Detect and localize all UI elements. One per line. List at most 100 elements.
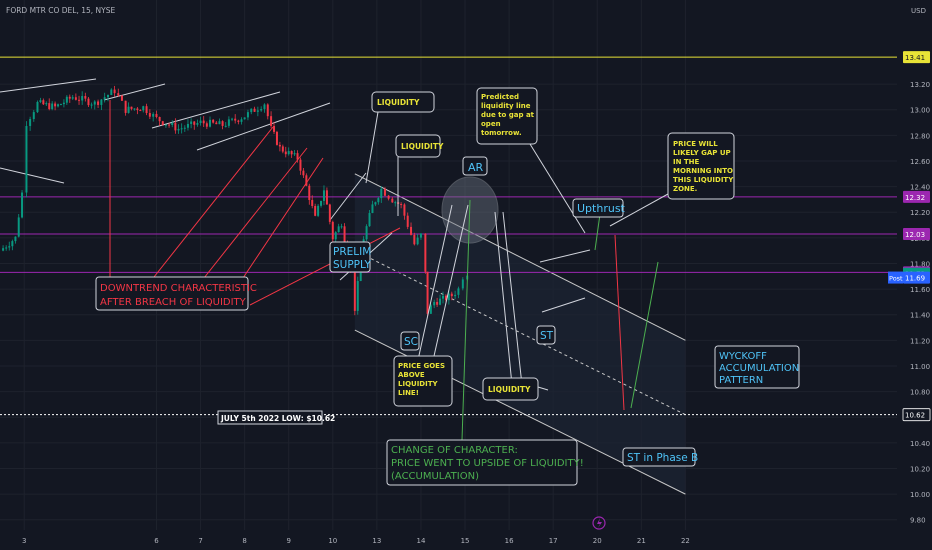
candle-body-121 <box>380 188 383 199</box>
candle-body-112 <box>353 268 356 311</box>
x-tick-label-2: 7 <box>198 537 202 545</box>
candle-body-47 <box>152 113 155 117</box>
candle-body-65 <box>209 119 212 127</box>
candle-body-105 <box>331 221 334 240</box>
candle-body-133 <box>419 233 422 238</box>
candle-body-30 <box>97 101 100 105</box>
candle-body-78 <box>250 108 253 113</box>
candle-body-90 <box>287 151 290 155</box>
candle-body-109 <box>343 226 346 243</box>
y-tick-label-6: 11.00 <box>910 363 930 371</box>
y-tick-label-3: 10.40 <box>910 440 930 448</box>
candle-body-138 <box>436 301 439 305</box>
candle-body-70 <box>224 125 227 127</box>
candle-body-143 <box>450 293 453 297</box>
x-tick-label-13: 22 <box>681 537 690 545</box>
candle-body-106 <box>334 232 337 240</box>
candle-body-31 <box>100 99 103 105</box>
y-tick-label-8: 11.40 <box>910 312 930 320</box>
candle-body-26 <box>84 96 87 99</box>
annotation-sc[interactable]: SC <box>400 331 420 351</box>
candle-body-5 <box>17 217 20 237</box>
candle-body-22 <box>71 97 74 99</box>
candle-body-132 <box>416 237 419 245</box>
annotation-downtrend[interactable]: DOWNTREND CHARACTERISTIC AFTER BREACH OF… <box>95 276 260 311</box>
annotation-gap-note[interactable]: PRICE WILL LIKELY GAP UP IN THE MORNING … <box>667 132 736 200</box>
symbol-title[interactable]: FORD MTR CO DEL, 15, NYSE <box>6 6 115 15</box>
candle-body-97 <box>308 185 311 201</box>
y-tick-label-16: 13.00 <box>910 107 930 115</box>
candle-body-144 <box>454 294 457 297</box>
candle-body-10 <box>36 101 39 113</box>
price-badge-label-0: 13.41 <box>905 54 925 62</box>
candle-body-58 <box>186 123 189 128</box>
candle-body-61 <box>196 123 199 125</box>
event-marker-icon[interactable] <box>592 516 606 530</box>
candle-body-0 <box>2 248 5 251</box>
x-tick-label-8: 15 <box>461 537 470 545</box>
y-tick-label-12: 12.20 <box>910 209 930 217</box>
y-tick-label-15: 12.80 <box>910 132 930 140</box>
candle-body-52 <box>168 124 171 126</box>
st-phase-b-label: ST in Phase B <box>627 452 698 464</box>
candle-body-130 <box>410 226 413 235</box>
candle-body-86 <box>275 131 278 145</box>
annotation-wyckoff[interactable]: WYCKOFF ACCUMULATION PATTERN <box>714 345 802 389</box>
x-tick-label-1: 6 <box>154 537 159 545</box>
liquidity-label-2: LIQUIDITY <box>401 142 444 151</box>
candle-body-15 <box>51 103 54 110</box>
annotation-prelim-supply[interactable]: PRELIM SUPPLY <box>329 241 375 273</box>
candle-body-80 <box>256 110 259 112</box>
candle-body-27 <box>87 98 90 106</box>
candle-body-42 <box>136 108 139 111</box>
candle-body-49 <box>158 117 161 122</box>
annotation-liquidity-3[interactable]: LIQUIDITY <box>482 377 539 401</box>
candle-body-36 <box>117 93 120 96</box>
x-tick-label-0: 3 <box>22 537 26 545</box>
candle-body-64 <box>205 123 208 127</box>
time-axis-panel[interactable] <box>0 531 898 550</box>
annotation-predicted[interactable]: Predicted liquidity line due to gap at o… <box>476 87 538 145</box>
y-tick-label-9: 11.60 <box>910 286 930 294</box>
x-tick-label-10: 17 <box>549 537 558 545</box>
candle-body-67 <box>215 122 218 125</box>
annotation-liquidity-2[interactable]: LIQUIDITY <box>395 134 444 158</box>
annotation-price-goes[interactable]: PRICE GOES ABOVE LIQUIDITY LINE! <box>393 355 453 407</box>
candle-body-125 <box>394 202 397 204</box>
candle-body-92 <box>293 153 296 155</box>
candle-body-89 <box>284 151 287 155</box>
candle-body-9 <box>32 112 35 120</box>
candle-body-84 <box>270 116 273 126</box>
annotation-upthrust[interactable]: Upthrust <box>572 198 626 218</box>
candle-body-107 <box>337 226 340 233</box>
july-low-label: JULY 5th 2022 LOW: $10.62 <box>220 414 335 423</box>
annotation-liquidity-1[interactable]: LIQUIDITY <box>371 91 435 113</box>
candle-body-11 <box>39 100 42 102</box>
candle-body-100 <box>317 205 320 216</box>
annotation-july-low[interactable]: JULY 5th 2022 LOW: $10.62 <box>217 410 335 425</box>
candle-body-83 <box>266 104 269 117</box>
post-tag: Post <box>889 275 903 283</box>
upthrust-label: Upthrust <box>577 202 626 215</box>
y-tick-label-13: 12.40 <box>910 184 930 192</box>
candle-body-51 <box>164 124 167 126</box>
x-tick-label-6: 13 <box>372 537 381 545</box>
x-tick-label-9: 16 <box>505 537 514 545</box>
annotation-ar[interactable]: AR <box>462 156 488 176</box>
price-badge-label-6: 11.69 <box>905 275 925 283</box>
candle-body-104 <box>328 204 331 222</box>
candle-body-94 <box>299 159 302 171</box>
candle-body-74 <box>237 120 240 122</box>
sc-label: SC <box>404 336 418 348</box>
annotation-st-phase-b[interactable]: ST in Phase B <box>622 447 698 467</box>
annotation-st[interactable]: ST <box>536 325 556 345</box>
candle-body-16 <box>54 103 57 107</box>
annotation-choch[interactable]: CHANGE OF CHARACTER: PRICE WENT TO UPSID… <box>386 439 587 486</box>
candle-body-12 <box>42 100 45 105</box>
candle-body-137 <box>433 301 436 306</box>
x-tick-label-7: 14 <box>416 537 425 545</box>
candle-body-140 <box>441 295 444 299</box>
candle-body-34 <box>110 89 113 95</box>
price-chart[interactable]: LIQUIDITY LIQUIDITY AR Predicted liquidi… <box>0 0 932 550</box>
x-tick-label-3: 8 <box>242 537 246 545</box>
